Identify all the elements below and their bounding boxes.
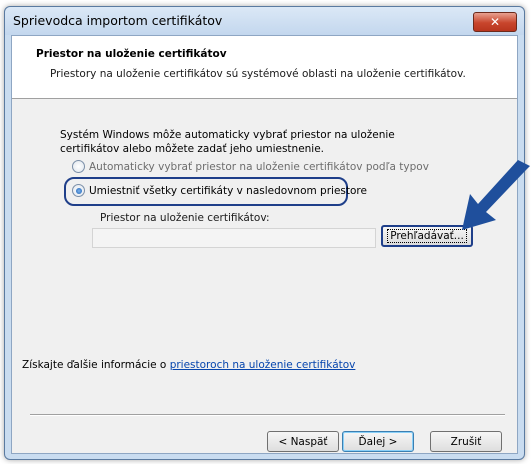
radio-auto-indicator[interactable] bbox=[72, 160, 85, 173]
info-line: Získajte ďalšie informácie o priestoroch… bbox=[22, 359, 355, 371]
radio-auto-label: Automaticky vybrať priestor na uloženie … bbox=[89, 160, 429, 173]
window-title: Sprievodca importom certifikátov bbox=[13, 13, 223, 28]
back-button[interactable]: < Naspäť bbox=[267, 431, 339, 452]
radio-manual-select[interactable]: Umiestniť všetky certifikáty v nasledovn… bbox=[72, 184, 367, 197]
wizard-header: Priestor na uloženie certifikátov Priest… bbox=[12, 36, 517, 99]
close-button[interactable]: ✕ bbox=[473, 12, 517, 32]
store-field-label: Priestor na uloženie certifikátov: bbox=[100, 212, 270, 224]
description-text: Systém Windows môže automaticky vybrať p… bbox=[60, 129, 395, 155]
page-subtitle: Priestory na uloženie certifikátov sú sy… bbox=[50, 68, 466, 80]
info-prefix: Získajte ďalšie informácie o bbox=[22, 359, 170, 371]
radio-auto-select[interactable]: Automaticky vybrať priestor na uloženie … bbox=[72, 160, 429, 173]
store-path-field[interactable] bbox=[92, 228, 376, 248]
title-bar[interactable]: Sprievodca importom certifikátov ✕ bbox=[5, 7, 524, 35]
annotation-arrow-icon bbox=[462, 160, 530, 230]
certificate-stores-link[interactable]: priestoroch na uloženie certifikátov bbox=[170, 359, 356, 371]
wizard-client-area: Priestor na uloženie certifikátov Priest… bbox=[11, 35, 518, 454]
radio-manual-label: Umiestniť všetky certifikáty v nasledovn… bbox=[89, 184, 367, 197]
footer-divider bbox=[30, 414, 505, 416]
radio-manual-indicator[interactable] bbox=[72, 184, 85, 197]
close-icon: ✕ bbox=[489, 15, 501, 29]
page-title: Priestor na uloženie certifikátov bbox=[36, 48, 227, 60]
next-button[interactable]: Ďalej > bbox=[342, 431, 414, 452]
import-wizard-window: Sprievodca importom certifikátov ✕ Pries… bbox=[4, 6, 525, 460]
cancel-button[interactable]: Zrušiť bbox=[430, 431, 502, 452]
